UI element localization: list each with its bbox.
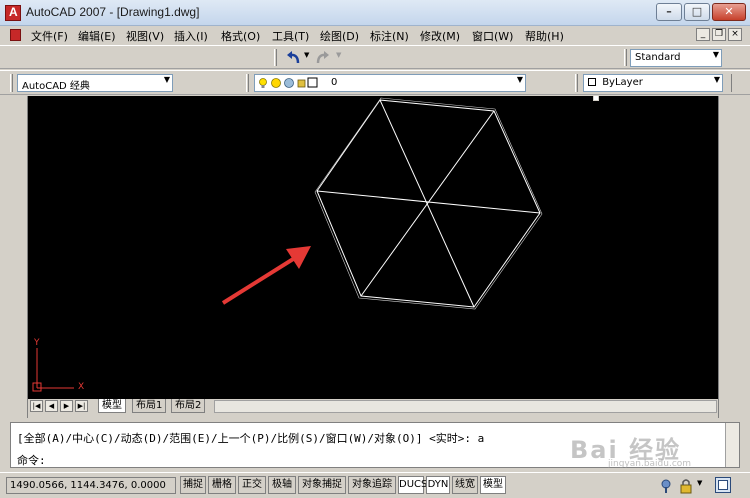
menu-file[interactable]: 文件(F) [31,28,68,44]
chevron-down-icon: ▼ [713,75,720,84]
close-button[interactable]: ✕ [712,3,746,21]
status-model-button[interactable]: 模型 [480,476,506,494]
status-lineweight-button[interactable]: 线宽 [452,476,478,494]
layers-toolbar: AutoCAD 经典 ▼ 0 ▼ ByLayer ▼ [0,70,750,95]
autocad-window: AutoCAD 2007 - [Drawing1.dwg] – □ ✕ 文件(F… [0,0,750,498]
drawing-canvas[interactable]: Y X [28,95,718,399]
text-style-combo[interactable]: Standard ▼ [630,49,722,67]
tab-model[interactable]: 模型 [98,399,126,413]
first-tab-button[interactable]: |◀ [30,400,43,412]
tab-layout1[interactable]: 布局1 [132,399,167,413]
toolbar-grip[interactable] [274,49,277,66]
color-combo[interactable]: ByLayer ▼ [583,74,723,92]
standard-toolbar: ▼ ▼ Standard ▼ [0,45,750,69]
toolbar-overflow[interactable] [731,74,750,92]
menu-insert[interactable]: 插入(I) [174,28,208,44]
red-annotation-arrow [221,246,311,305]
toolbar-grip[interactable] [575,74,578,92]
chevron-down-icon: ▼ [163,75,170,84]
menu-view[interactable]: 视图(V) [126,28,164,44]
coordinate-readout: 1490.0566, 1144.3476, 0.0000 [6,477,176,494]
layer-combo[interactable]: 0 ▼ [254,74,526,92]
horizontal-scrollbar[interactable] [214,400,717,413]
layer-state-icons [259,77,318,88]
maximize-button[interactable]: □ [684,3,710,21]
left-dock [0,96,28,418]
chevron-down-icon: ▼ [516,75,523,84]
status-dyn-button[interactable]: DYN [426,476,450,494]
menu-format[interactable]: 格式(O) [221,28,260,44]
last-tab-button[interactable]: ▶| [75,400,88,412]
undo-dropdown-icon[interactable]: ▼ [304,51,309,59]
lock-icon[interactable] [678,478,694,494]
toolbar-grip[interactable] [10,74,13,92]
workspace-combo[interactable]: AutoCAD 经典 ▼ [17,74,173,92]
undo-icon[interactable] [284,49,302,67]
layer-name: 0 [331,77,338,88]
menu-dimension[interactable]: 标注(N) [370,28,409,44]
layout-tabs-bar: |◀ ◀ ▶ ▶| 模型 布局1 布局2 [28,399,718,414]
color-swatch [588,78,596,86]
next-tab-button[interactable]: ▶ [60,400,73,412]
clean-screen-icon[interactable] [715,477,731,493]
drawing-geometry [32,97,543,392]
command-scrollbar[interactable] [725,423,739,467]
status-osnap-button[interactable]: 对象捕捉 [298,476,346,494]
toolbar-grip[interactable] [624,49,627,66]
menu-bar: 文件(F) 编辑(E) 视图(V) 插入(I) 格式(O) 工具(T) 绘图(D… [0,26,750,44]
prev-tab-button[interactable]: ◀ [45,400,58,412]
menu-edit[interactable]: 编辑(E) [78,28,116,44]
status-snap-button[interactable]: 捕捉 [180,476,206,494]
autocad-app-icon[interactable] [5,5,21,21]
status-grid-button[interactable]: 栅格 [208,476,236,494]
document-icon[interactable] [10,29,21,41]
doc-minimize-button[interactable]: _ [696,28,710,41]
status-polar-button[interactable]: 极轴 [268,476,296,494]
communication-center-icon[interactable] [658,478,674,494]
menu-window[interactable]: 窗口(W) [472,28,513,44]
title-bar: AutoCAD 2007 - [Drawing1.dwg] – □ ✕ [0,0,750,26]
redo-dropdown-icon[interactable]: ▼ [336,51,341,59]
ucs-icon [32,348,74,392]
hexagon-drawing[interactable] [314,97,543,310]
ucs-x-label: X [78,382,85,392]
baidu-watermark-url: jingyan.baidu.com [608,459,692,469]
chevron-down-icon: ▼ [712,50,719,59]
tab-layout2[interactable]: 布局2 [171,399,206,413]
color-value: ByLayer [602,77,643,88]
status-bar: 1490.0566, 1144.3476, 0.0000 捕捉 栅格 正交 极轴… [0,472,750,498]
status-ducs-button[interactable]: DUCS [398,476,427,494]
status-otrack-button[interactable]: 对象追踪 [348,476,396,494]
menu-modify[interactable]: 修改(M) [420,28,460,44]
menu-draw[interactable]: 绘图(D) [320,28,359,44]
doc-restore-button[interactable]: ❐ [712,28,726,41]
redo-icon[interactable] [314,49,332,67]
menu-tools[interactable]: 工具(T) [272,28,309,44]
window-title: AutoCAD 2007 - [Drawing1.dwg] [26,5,200,19]
minimize-button[interactable]: – [656,3,682,21]
workspace-value: AutoCAD 经典 [22,81,90,92]
command-prompt: 命令: [17,454,46,467]
ucs-y-label: Y [34,338,40,348]
doc-close-button[interactable]: × [728,28,742,41]
text-style-value: Standard [635,52,681,63]
status-ortho-button[interactable]: 正交 [238,476,266,494]
toolbar-grip[interactable] [246,74,249,92]
menu-help[interactable]: 帮助(H) [525,28,564,44]
command-history: [全部(A)/中心(C)/动态(D)/范围(E)/上一个(P)/比例(S)/窗口… [17,432,485,445]
chevron-down-icon[interactable]: ▼ [697,479,702,487]
scroll-marker [593,95,599,101]
right-dock [718,96,750,418]
